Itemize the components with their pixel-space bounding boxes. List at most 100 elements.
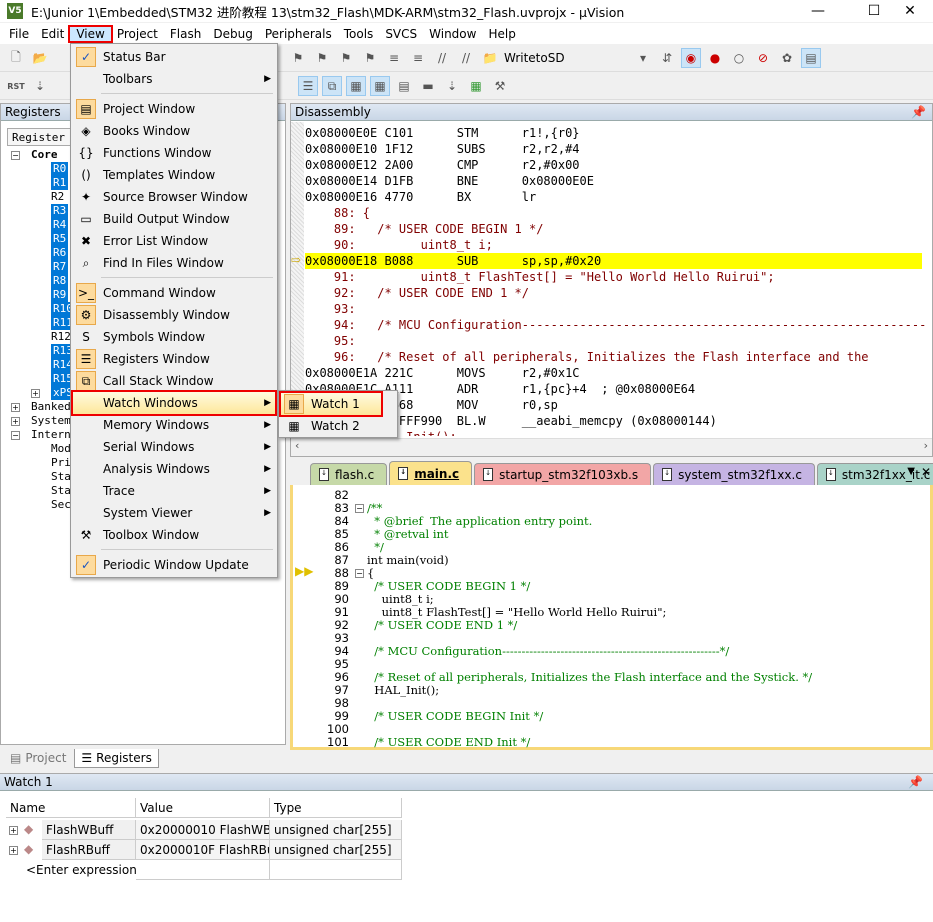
code-line[interactable]: /* USER CODE END 1 */ — [367, 619, 517, 632]
register-row[interactable]: R1 — [51, 176, 69, 190]
menu-flash[interactable]: Flash — [164, 27, 207, 41]
registers-window-icon[interactable]: ☰ — [298, 76, 318, 96]
disable-all-breakpoints-icon[interactable]: ✿ — [777, 48, 797, 68]
run-icon[interactable]: ⇣ — [30, 76, 50, 96]
menu-item-status-bar[interactable]: ✓ Status Bar — [73, 46, 275, 68]
menu-item-error-list-window[interactable]: ✖ Error List Window — [73, 230, 275, 252]
expand-toggle-icon[interactable]: + — [9, 846, 18, 855]
system-viewer-icon[interactable]: ▦ — [466, 76, 486, 96]
code-line[interactable]: /* USER CODE END Init */ — [367, 736, 530, 749]
watch-column-header[interactable]: Name — [6, 798, 136, 818]
menu-item-templates-window[interactable]: () Templates Window — [73, 164, 275, 186]
disassembly-line[interactable]: 0x08000E14 D1FB BNE 0x08000E0E — [305, 173, 922, 189]
menu-item-books-window[interactable]: ◈ Books Window — [73, 120, 275, 142]
expand-toggle-icon[interactable]: + — [31, 389, 40, 398]
menu-item-watch-1[interactable]: ▦ Watch 1 — [279, 391, 383, 417]
register-row[interactable]: Banked — [31, 400, 71, 414]
menu-item-source-browser-window[interactable]: ✦ Source Browser Window — [73, 186, 275, 208]
watch-name[interactable]: FlashWBuff — [42, 820, 136, 840]
menu-item-toolbars[interactable]: Toolbars ▶ — [73, 68, 275, 90]
trace-icon[interactable]: ⇣ — [442, 76, 462, 96]
tab-system-stm32f1xx-c[interactable]: ↓ system_stm32f1xx.c — [653, 463, 815, 485]
close-tab-icon[interactable]: ✕ — [921, 465, 931, 479]
menu-item-command-window[interactable]: >_ Command Window — [73, 282, 275, 304]
kill-breakpoints-icon[interactable]: ⊘ — [753, 48, 773, 68]
register-row[interactable]: R12 — [51, 330, 71, 344]
serial-window-icon[interactable]: ▤ — [394, 76, 414, 96]
fold-toggle-icon[interactable]: − — [355, 504, 364, 513]
menu-item-watch-windows[interactable]: Watch Windows ▶ — [71, 390, 277, 416]
register-row[interactable]: System — [31, 414, 71, 428]
menu-item-memory-windows[interactable]: Memory Windows ▶ — [73, 414, 275, 436]
menu-project[interactable]: Project — [111, 27, 164, 41]
find-icon[interactable]: ⇵ — [657, 48, 677, 68]
menu-item-periodic-window-update[interactable]: ✓ Periodic Window Update — [73, 554, 275, 576]
clear-bookmarks-icon[interactable]: ⚑ — [360, 48, 380, 68]
bookmark-icon[interactable]: ⚑ — [288, 48, 308, 68]
unindent-icon[interactable]: ≡ — [408, 48, 428, 68]
menu-edit[interactable]: Edit — [35, 27, 70, 41]
register-row[interactable]: R8 — [51, 274, 69, 288]
register-row[interactable]: R6 — [51, 246, 69, 260]
menu-item-project-window[interactable]: ▤ Project Window — [73, 98, 275, 120]
tab-stm32f1xx-it-c[interactable]: ↓ stm32f1xx_it.c — [816, 463, 933, 485]
menu-item-disassembly-window[interactable]: ⚙ Disassembly Window — [73, 304, 275, 326]
menu-item-registers-window[interactable]: ☰ Registers Window — [73, 348, 275, 370]
tabs-dropdown-icon[interactable]: ▼ — [907, 466, 915, 477]
disassembly-line[interactable]: 0x08000E0E C101 STM r1!,{r0} — [305, 125, 922, 141]
code-line[interactable]: /* USER CODE BEGIN Init */ — [367, 710, 543, 723]
reset-icon[interactable]: RST — [6, 76, 26, 96]
menu-file[interactable]: File — [3, 27, 35, 41]
code-line[interactable]: /* MCU Configuration--------------------… — [367, 645, 729, 658]
register-row[interactable]: Core — [31, 148, 58, 162]
disassembly-line[interactable]: 0x08000E16 4770 BX lr — [305, 189, 922, 205]
tab-flash-c[interactable]: ↓ flash.c — [310, 463, 388, 485]
menu-item-serial-windows[interactable]: Serial Windows ▶ — [73, 436, 275, 458]
expand-toggle-icon[interactable]: − — [11, 151, 20, 160]
indent-icon[interactable]: ≡ — [384, 48, 404, 68]
menu-view[interactable]: View — [68, 24, 113, 43]
fold-toggle-icon[interactable]: − — [355, 569, 364, 578]
menu-item-toolbox-window[interactable]: ⚒ Toolbox Window — [73, 524, 275, 546]
target-name[interactable]: WritetoSD — [504, 51, 629, 65]
pin-icon[interactable]: 📌 — [911, 105, 926, 119]
menu-item-functions-window[interactable]: {} Functions Window — [73, 142, 275, 164]
register-row[interactable]: Sta — [51, 484, 71, 498]
menu-item-watch-2[interactable]: ▦ Watch 2 — [281, 415, 381, 437]
pin-icon[interactable]: 📌 — [908, 775, 923, 789]
window-layout-icon[interactable]: ▤ — [801, 48, 821, 68]
menu-item-analysis-windows[interactable]: Analysis Windows ▶ — [73, 458, 275, 480]
register-row[interactable]: R2 — [51, 190, 64, 204]
disassembly-line[interactable]: 0x08000E12 2A00 CMP r2,#0x00 — [305, 157, 922, 173]
expand-toggle-icon[interactable]: − — [11, 431, 20, 440]
expand-toggle-icon[interactable]: + — [11, 403, 20, 412]
tab-main-c[interactable]: ↓ main.c — [389, 461, 473, 485]
menu-item-symbols-window[interactable]: S Symbols Window — [73, 326, 275, 348]
menu-peripherals[interactable]: Peripherals — [259, 27, 338, 41]
open-file-icon[interactable]: 📂 — [30, 48, 50, 68]
code-editor[interactable]: 82 83−/** 84 * @brief The application entr… — [290, 485, 933, 750]
tab-project[interactable]: ▤ Project — [4, 749, 72, 767]
memory-window-icon[interactable]: ▦ — [370, 76, 390, 96]
menu-item-system-viewer[interactable]: System Viewer ▶ — [73, 502, 275, 524]
register-row[interactable]: Pri — [51, 456, 71, 470]
minimize-button[interactable]: — — [795, 0, 841, 22]
menu-help[interactable]: Help — [482, 27, 521, 41]
menu-item-find-in-files-window[interactable]: ⌕ Find In Files Window — [73, 252, 275, 274]
watch-value[interactable]: 0x20000010 FlashWBu... — [136, 820, 270, 840]
new-file-icon[interactable]: 🗋 — [6, 48, 26, 68]
register-row[interactable]: Intern — [31, 428, 71, 442]
uncomment-icon[interactable]: // — [456, 48, 476, 68]
tab-registers[interactable]: ☰ Registers — [74, 748, 159, 768]
menu-item-trace[interactable]: Trace ▶ — [73, 480, 275, 502]
watch-column-header[interactable]: Type — [270, 798, 402, 818]
enter-expression-field[interactable]: <Enter expression> — [22, 860, 136, 880]
watch-column-header[interactable]: Value — [136, 798, 270, 818]
debug-session-icon[interactable]: ◉ — [681, 48, 701, 68]
watch-value[interactable]: 0x2000010F FlashRBuf... — [136, 840, 270, 860]
disassembly-line[interactable]: 94: /* MCU Configuration----------------… — [305, 317, 926, 333]
disassembly-line[interactable]: 0x08000E1A 221C MOVS r2,#0x1C — [305, 365, 922, 381]
next-bookmark-icon[interactable]: ⚑ — [336, 48, 356, 68]
register-row[interactable]: R5 — [51, 232, 69, 246]
register-row[interactable]: R4 — [51, 218, 69, 232]
